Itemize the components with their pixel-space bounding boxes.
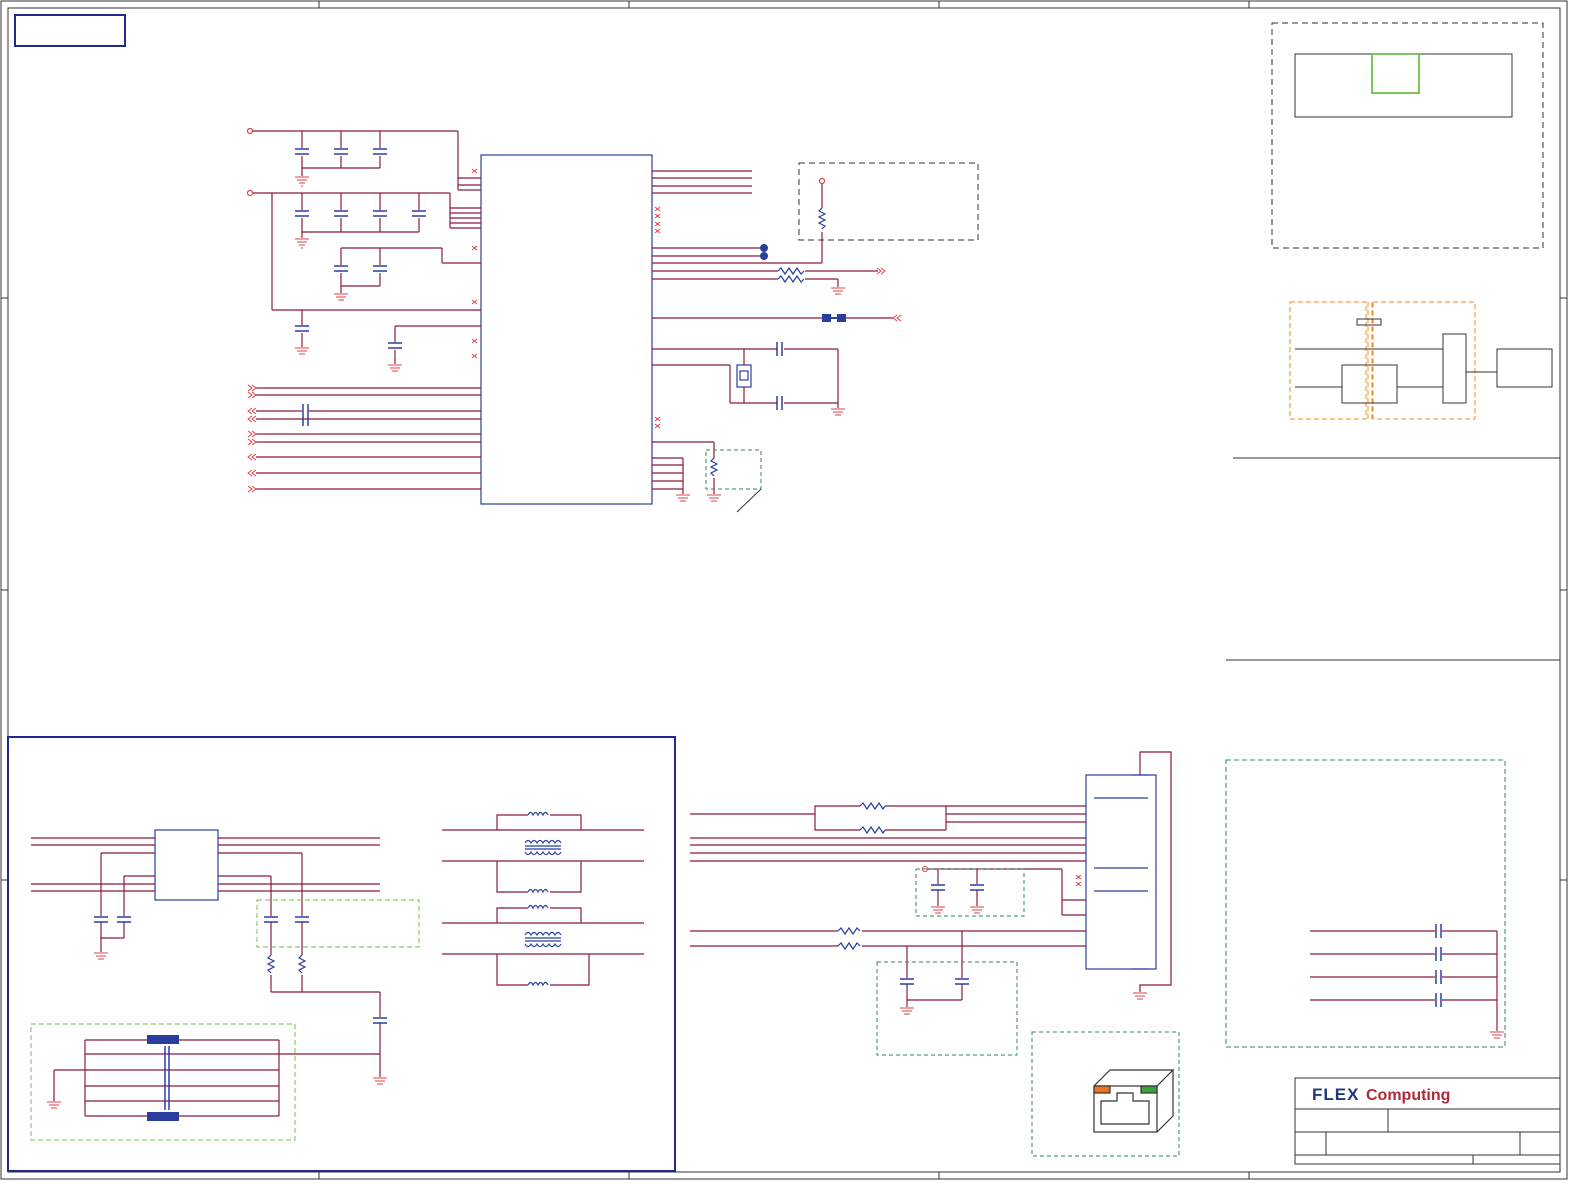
termination-network: [53, 1039, 280, 1117]
capacitor-icon: [900, 884, 984, 985]
rj45-jack-icon: [1093, 1069, 1175, 1133]
cap-array-wiring: [1310, 930, 1498, 1031]
board-outline-panel: [1271, 22, 1544, 249]
rj45-connector: [1085, 774, 1157, 970]
capacitor-icon: [295, 148, 387, 155]
capacitor-icon: [295, 265, 402, 349]
ferrite-bead-icon: [822, 314, 846, 322]
main-ic: [480, 154, 653, 505]
capacitor-icon: [1435, 924, 1442, 1007]
resistor-icon: [266, 954, 307, 974]
sheet-frame: [0, 0, 1568, 1180]
switch-ic-wiring: [31, 837, 381, 1077]
ground-icon: [47, 952, 387, 1109]
ferrite-bead-icon: [147, 1035, 179, 1121]
option-box-green-5: [1225, 759, 1506, 1048]
capacitor-icon: [295, 210, 426, 217]
transformer-icon: [524, 811, 562, 987]
ground-icon: [295, 176, 309, 187]
offpage-connector-icon: [876, 267, 902, 322]
company-logo: FLEX Computing: [1312, 1085, 1450, 1104]
option-box-green-2: [915, 868, 1025, 917]
option-box-lightgreen-1: [256, 899, 420, 948]
capacitor-icon: [776, 342, 783, 410]
ic-right-signals: [652, 170, 893, 494]
left-signal-bus: [256, 387, 481, 490]
ground-icon: [676, 287, 845, 502]
power-rail-2: [246, 189, 481, 311]
block-diagram: [1289, 301, 1553, 420]
power-rail-3: [301, 247, 481, 364]
ground-icon: [295, 238, 309, 249]
ground-icon: [900, 906, 1147, 1015]
no-connect-icon: [1075, 874, 1082, 887]
offpage-connector-icon: [247, 384, 257, 493]
crystal-icon: [736, 364, 752, 388]
annotation-pointer: [736, 488, 762, 513]
schematic-sheet: FLEX Computing: [0, 0, 1568, 1180]
pullup-resistor: [818, 177, 826, 208]
sheet-title-box: [14, 14, 126, 47]
magnetics-wiring: [442, 814, 644, 986]
resistor-icon: [777, 266, 805, 284]
option-box-pullup: [798, 162, 979, 241]
power-rail-1: [246, 127, 481, 191]
ground-icon: [1490, 1031, 1504, 1039]
logo-computing-text: Computing: [1366, 1087, 1450, 1104]
capacitor-icon: [94, 916, 387, 1024]
resistor-icon: [837, 801, 886, 951]
option-box-green-3: [876, 961, 1018, 1056]
test-point-icon: [760, 244, 768, 260]
resistor-icon: [709, 457, 719, 477]
logo-flex-text: FLEX: [1312, 1085, 1359, 1104]
capacitor-icon: [302, 404, 309, 426]
resistor-icon: [817, 207, 827, 230]
ground-icon: [295, 293, 402, 372]
switch-ic: [154, 829, 219, 901]
